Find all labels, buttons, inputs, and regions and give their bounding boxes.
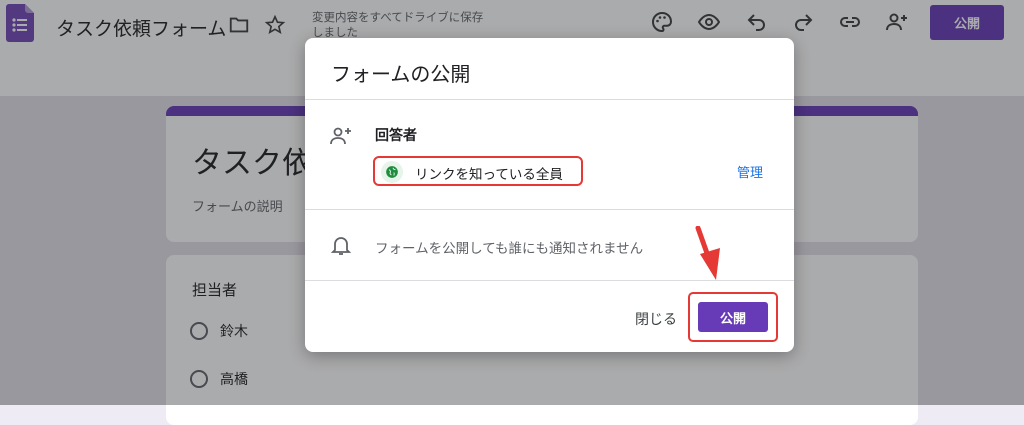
bell-icon xyxy=(330,237,352,255)
publish-highlight: 公開 xyxy=(688,292,778,342)
close-button[interactable]: 閉じる xyxy=(635,309,677,329)
annotation-arrow-icon xyxy=(695,226,720,280)
link-access-chip[interactable]: リンクを知っている全員 xyxy=(373,156,583,186)
person-add-icon xyxy=(330,127,351,145)
globe-icon xyxy=(381,161,403,183)
link-access-label: リンクを知っている全員 xyxy=(415,167,563,183)
notification-note: フォームを公開しても誰にも通知されません xyxy=(375,241,644,257)
dialog-title: フォームの公開 xyxy=(331,62,471,86)
publish-button[interactable]: 公開 xyxy=(698,302,768,332)
divider xyxy=(305,209,794,210)
responders-label: 回答者 xyxy=(375,128,417,144)
manage-link[interactable]: 管理 xyxy=(737,162,763,181)
divider xyxy=(305,99,794,100)
publish-dialog: フォームの公開 回答者 リンクを知っている全員 管理 フォームを公開しても誰にも… xyxy=(305,38,794,352)
